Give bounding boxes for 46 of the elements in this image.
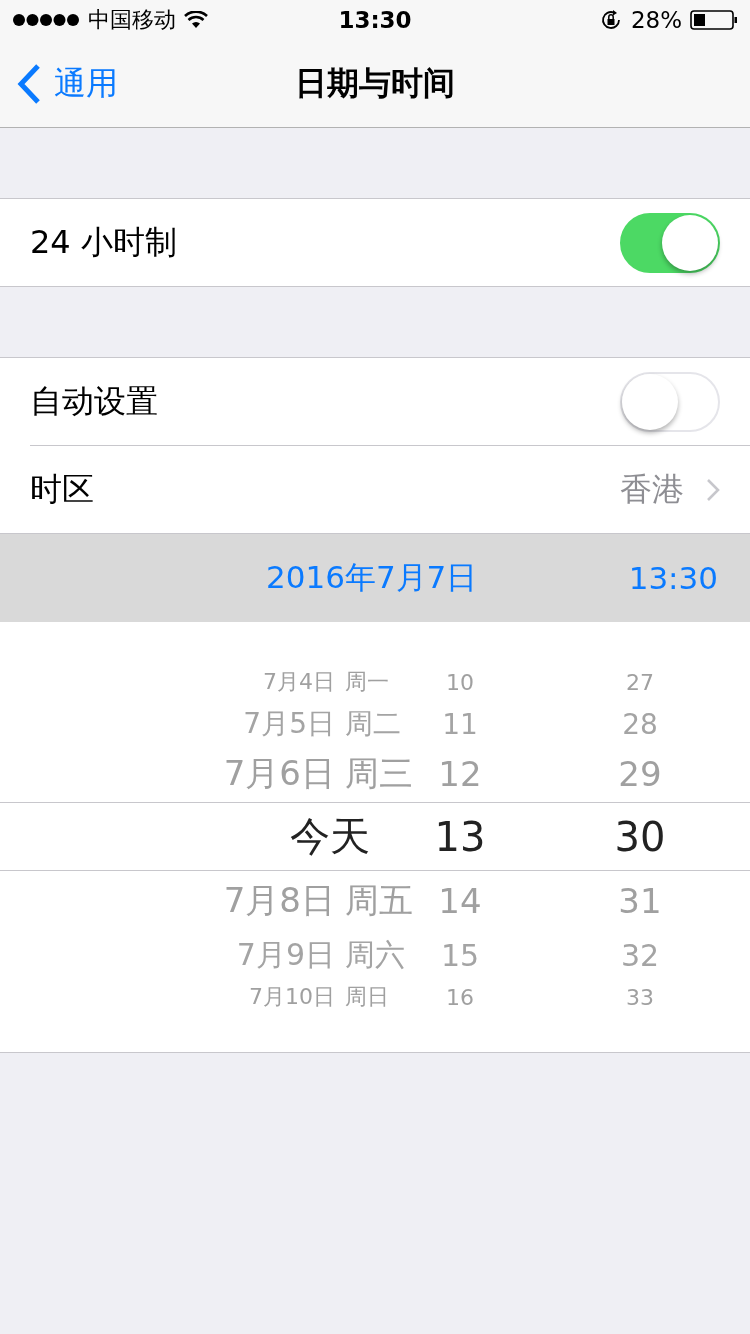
picker-hour: 13 — [434, 813, 486, 860]
picker-weekday: 周五 — [345, 879, 413, 922]
picker-weekday: 周日 — [345, 983, 389, 1011]
picker-minute: 27 — [626, 669, 654, 695]
picker-hour: 16 — [446, 984, 474, 1010]
chevron-right-icon — [706, 477, 720, 502]
picker-minute: 31 — [618, 881, 662, 921]
picker-minute: 28 — [622, 707, 658, 741]
page-title: 日期与时间 — [295, 62, 455, 104]
selected-date-bar[interactable]: 2016年7月7日 13:30 — [0, 534, 750, 622]
battery-percent: 28% — [630, 7, 682, 33]
picker-hour: 10 — [446, 669, 474, 695]
picker-date: 7月10日 — [249, 983, 335, 1011]
picker-hour: 12 — [438, 754, 482, 794]
status-time: 13:30 — [338, 7, 412, 33]
picker-date: 7月6日 — [223, 752, 335, 795]
setting-label: 自动设置 — [30, 380, 159, 422]
picker-minute: 30 — [614, 813, 666, 860]
setting-label: 24 小时制 — [30, 221, 178, 263]
picker-date: 7月8日 — [223, 879, 335, 922]
date-time-picker[interactable]: 7月4日 周一 10 27 7月5日 周二 11 28 7月6日 周三 12 29 今天 13 30 7月8日 周五 14 31 7月9日 周六 15 32 7月10日 周日 16 33 — [0, 622, 750, 1053]
setting-label: 时区 — [30, 468, 95, 510]
picker-weekday: 周一 — [345, 668, 389, 696]
picker-date: 7月5日 — [243, 706, 335, 742]
carrier-name: 中国移动 — [88, 6, 176, 34]
chevron-left-icon — [16, 62, 42, 105]
signal-icon — [12, 13, 80, 27]
picker-hour: 15 — [440, 937, 480, 973]
back-button[interactable]: 通用 — [0, 61, 118, 106]
picker-hour: 14 — [438, 881, 482, 921]
setting-value: 香港 — [620, 468, 684, 510]
picker-weekday: 周六 — [345, 935, 405, 974]
picker-minute: 33 — [626, 984, 654, 1010]
battery-icon — [690, 10, 738, 30]
wifi-icon — [184, 11, 208, 29]
picker-minute: 29 — [618, 754, 662, 794]
picker-date: 7月4日 — [263, 668, 335, 696]
selected-time: 13:30 — [628, 560, 718, 596]
toggle-switch[interactable] — [620, 212, 720, 273]
picker-weekday: 周三 — [345, 752, 413, 795]
picker-date: 今天 — [290, 812, 370, 861]
picker-minute: 32 — [620, 937, 660, 973]
picker-weekday: 周二 — [345, 706, 401, 742]
selected-date: 2016年7月7日 — [266, 558, 479, 597]
picker-hour: 11 — [442, 707, 478, 741]
picker-date: 7月9日 — [236, 935, 335, 974]
